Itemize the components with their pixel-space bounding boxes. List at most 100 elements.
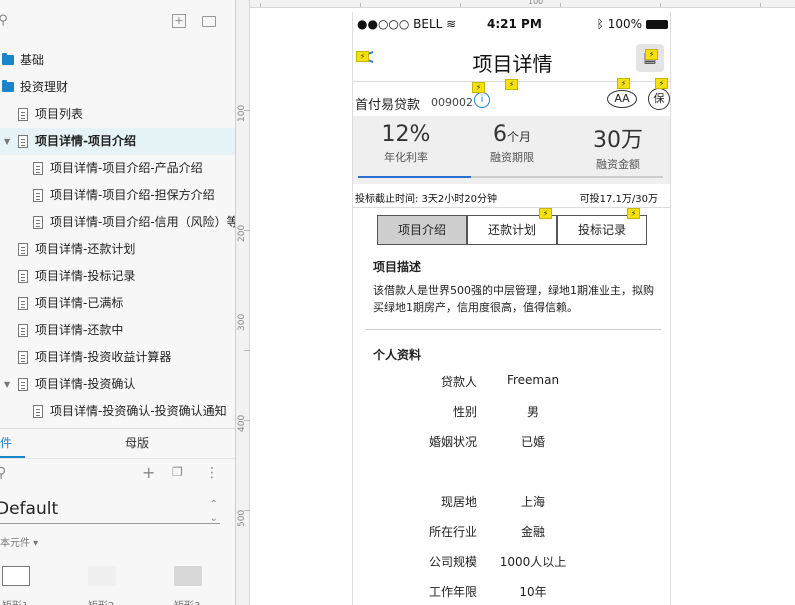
interaction-flag-icon: ⚡ xyxy=(472,82,485,93)
bluetooth-icon: ᛒ xyxy=(596,17,608,31)
add-folder-icon[interactable] xyxy=(202,16,216,27)
profile-value: 金融 xyxy=(520,525,545,539)
nav-bar: < 项目详情 ▦ ⚡ ⚡ xyxy=(353,36,670,82)
ruler-tick xyxy=(760,3,761,7)
tab-widgets[interactable]: 件 xyxy=(0,429,26,458)
caret-down-icon[interactable]: ▼ xyxy=(4,128,10,155)
page-icon xyxy=(18,324,28,337)
widget-rectangle-2[interactable] xyxy=(88,566,116,586)
funding-progress-bar xyxy=(358,176,663,178)
tree-item-label: 基础 xyxy=(20,53,45,67)
page-title: 项目详情 xyxy=(472,52,553,76)
product-code: 009002 xyxy=(431,96,473,109)
info-icon[interactable]: i xyxy=(474,92,490,108)
library-select-value: Default xyxy=(0,499,59,519)
tree-item-page[interactable]: 项目详情-项目介绍-产品介绍 xyxy=(0,155,235,182)
guarantee-badge[interactable]: 保 xyxy=(648,88,670,110)
page-icon xyxy=(33,162,43,175)
caret-down-icon[interactable]: ▼ xyxy=(4,371,10,398)
tree-item-page[interactable]: 项目详情-项目介绍-信用（风险）等 xyxy=(0,209,235,236)
product-name: 首付易贷款 xyxy=(355,98,421,113)
widget-rectangle-1[interactable] xyxy=(2,566,30,586)
section-title-description: 项目描述 xyxy=(373,260,422,274)
folder-icon xyxy=(2,80,14,92)
widget-label: 矩形3 xyxy=(174,597,200,605)
profile-key: 性别 xyxy=(452,405,477,419)
ruler-label: 100 xyxy=(528,0,544,6)
stat-label: 融资金额 xyxy=(596,158,640,171)
page-icon xyxy=(33,216,43,229)
tree-item-page[interactable]: 项目详情-投标记录 xyxy=(0,263,235,290)
divider xyxy=(365,329,661,330)
tree-item-page[interactable]: 项目详情-还款计划 xyxy=(0,236,235,263)
page-icon xyxy=(18,135,28,148)
more-icon[interactable]: ⋮ xyxy=(205,465,219,481)
tab-repayment-plan[interactable]: 还款计划 xyxy=(467,215,557,245)
profile-value: Freeman xyxy=(506,373,560,387)
tree-item-page[interactable]: 项目详情-项目介绍-担保方介绍 xyxy=(0,182,235,209)
interaction-flag-icon: ⚡ xyxy=(505,79,518,90)
stat-label: 融资期限 xyxy=(490,151,534,164)
tree-item-label: 项目详情-项目介绍-信用（风险）等 xyxy=(50,215,235,229)
widget-rectangle-3[interactable] xyxy=(174,566,202,586)
interaction-flag-icon: ⚡ xyxy=(356,51,369,62)
tree-item-page[interactable]: 项目详情-投资收益计算器 xyxy=(0,344,235,371)
tree-item-page[interactable]: 项目详情-投资确认-投资确认通知 xyxy=(0,398,235,425)
tree-item-label: 项目详情-已满标 xyxy=(35,296,124,310)
library-category[interactable]: 本元件 ▾ xyxy=(0,534,38,549)
ruler-label: 100 xyxy=(237,104,247,122)
interaction-flag-icon: ⚡ xyxy=(645,49,658,60)
tree-item-label: 项目详情-项目介绍-产品介绍 xyxy=(50,161,203,175)
stats-panel: 12% 年化利率 6个月 融资期限 30万 融资金额 xyxy=(353,116,670,184)
stat-term: 6个月 融资期限 xyxy=(459,116,565,165)
tree-item-label: 项目详情-项目介绍 xyxy=(35,134,136,148)
credit-rating-badge[interactable]: AA xyxy=(607,90,637,108)
search-icon[interactable]: ⚲ xyxy=(0,14,10,28)
stat-rate: 12% 年化利率 xyxy=(353,116,459,165)
ruler-label: 400 xyxy=(237,414,247,432)
tab-masters[interactable]: 母版 xyxy=(125,429,149,457)
tree-item-page[interactable]: 项目列表 xyxy=(0,101,235,128)
tree-item-page[interactable]: 项目详情-已满标 xyxy=(0,290,235,317)
tab-bid-records[interactable]: 投标记录 xyxy=(557,215,647,245)
phone-mockup[interactable]: ●●○○○ BELL ≋ 4:21 PM ᛒ 100% < 项目详情 ▦ ⚡ ⚡… xyxy=(352,12,671,605)
search-icon[interactable]: ⚲ xyxy=(0,465,6,481)
tree-item-page[interactable]: 项目详情-还款中 xyxy=(0,317,235,344)
investable-amount: 可投17.1万/30万 xyxy=(579,194,658,205)
status-bar: ●●○○○ BELL ≋ 4:21 PM ᛒ 100% xyxy=(353,12,670,36)
page-icon xyxy=(33,189,43,202)
stat-amount: 30万 融资金额 xyxy=(565,116,670,172)
battery-icon xyxy=(646,20,668,29)
page-icon xyxy=(18,351,28,364)
add-icon[interactable]: + xyxy=(142,463,155,482)
ruler-label: 500 xyxy=(237,509,247,527)
profile-value: 上海 xyxy=(520,495,545,509)
tree-item-page-selected[interactable]: ▼ 项目详情-项目介绍 xyxy=(0,128,235,155)
vertical-ruler: 100 200 300 400 500 xyxy=(236,0,250,605)
tree-item-page[interactable]: ▼ 项目详情-投资确认 xyxy=(0,371,235,398)
profile-key: 工作年限 xyxy=(428,585,477,599)
ruler-tick xyxy=(260,3,261,7)
ruler-tick xyxy=(460,3,461,7)
ruler-label: 300 xyxy=(237,313,247,331)
library-icon[interactable]: ❐ xyxy=(172,465,183,479)
page-icon xyxy=(18,270,28,283)
funding-progress-fill xyxy=(358,176,471,178)
detail-tabs: 项目介绍 还款计划 投标记录 ⚡ ⚡ xyxy=(377,208,647,245)
deadline-row: 投标截止时间: 3天2小时20分钟 可投17.1万/30万 xyxy=(353,184,670,208)
tree-item-folder[interactable]: 投资理财 xyxy=(0,74,235,101)
widget-label: 矩形1 xyxy=(2,597,28,605)
tab-project-intro[interactable]: 项目介绍 xyxy=(377,215,467,245)
tree-item-folder[interactable]: 基础 xyxy=(0,47,235,74)
pages-toolbar: ⚲ + xyxy=(0,0,235,42)
left-panel: ⚲ + 基础 投资理财 项目列表 ▼ 项目详情-项目介绍 项目详情-项目介绍-产… xyxy=(0,0,235,605)
tree-item-label: 项目详情-项目介绍-担保方介绍 xyxy=(50,188,215,202)
tree-item-label: 项目详情-投资确认 xyxy=(35,377,136,391)
ruler-tick xyxy=(360,3,361,7)
library-select[interactable]: Default ⌃ ⌄ xyxy=(0,494,220,524)
page-icon xyxy=(18,243,28,256)
folder-icon xyxy=(2,53,14,65)
add-page-icon[interactable]: + xyxy=(172,14,186,28)
page-icon xyxy=(33,405,43,418)
section-title-profile: 个人资料 xyxy=(373,348,422,362)
